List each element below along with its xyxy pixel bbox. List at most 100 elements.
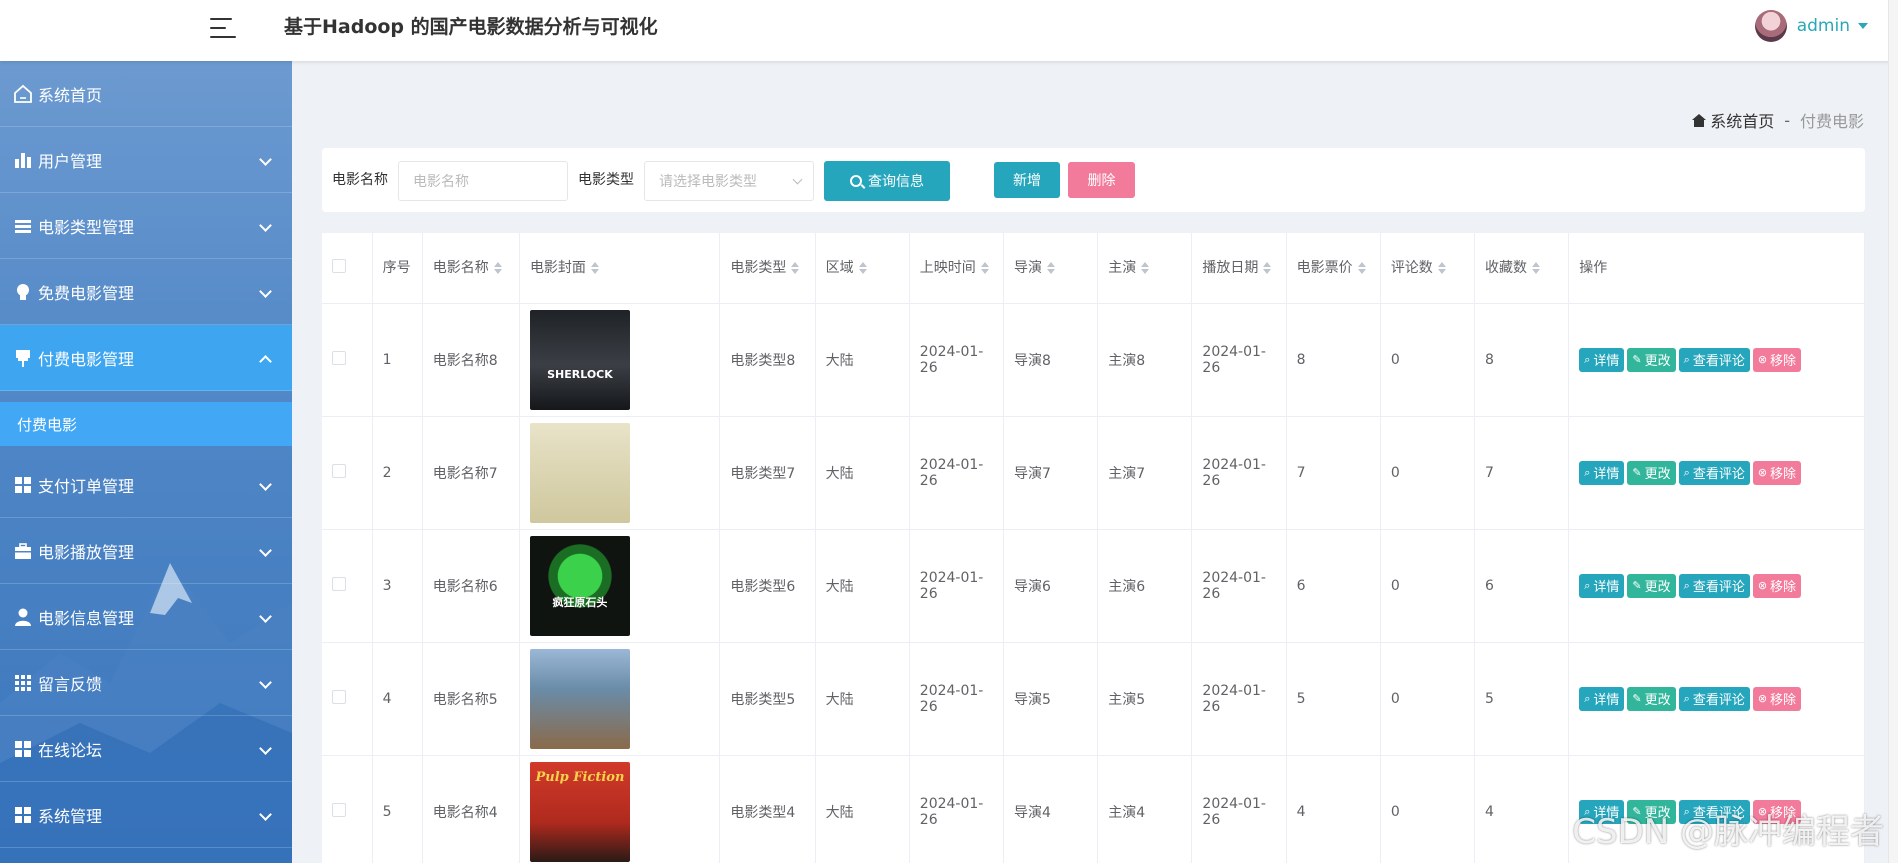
cell-region: 大陆 [815, 642, 910, 756]
movie-poster-image [529, 422, 630, 523]
search-button[interactable]: 查询信息 [824, 161, 950, 201]
sort-icon[interactable] [1532, 261, 1541, 274]
row-checkbox[interactable] [332, 350, 346, 365]
column-header: 序号 [372, 233, 423, 304]
sidebar-item-system-management[interactable]: 系统管理 [0, 782, 292, 848]
edit-button[interactable]: ✎ 更改 [1627, 460, 1676, 485]
sort-icon[interactable] [858, 261, 867, 274]
view-comments-button[interactable]: ⌕ 查看评论 [1678, 460, 1750, 485]
cell-actor: 主演7 [1097, 416, 1193, 530]
list-icon [12, 215, 34, 237]
sidebar-item-free-movie-management[interactable]: 免费电影管理 [0, 259, 292, 325]
sidebar-item-label: 系统首页 [38, 85, 103, 105]
view-comments-button[interactable]: ⌕ 查看评论 [1678, 573, 1750, 598]
sidebar-item-label: 电影类型管理 [38, 217, 135, 237]
row-select-cell [322, 642, 373, 756]
sidebar-item-payment-order-management[interactable]: 支付订单管理 [0, 452, 292, 518]
movie-type-select[interactable]: 请选择电影类型 [644, 161, 814, 201]
remove-button[interactable]: ⊗ 移除 [1752, 347, 1802, 372]
breadcrumb-home[interactable]: 系统首页 [1692, 108, 1774, 132]
cell-director: 导演8 [1003, 303, 1099, 417]
remove-button[interactable]: ⊗ 移除 [1752, 573, 1802, 598]
detail-button[interactable]: ⌕ 详情 [1579, 347, 1625, 372]
column-header[interactable]: 电影名称 [422, 233, 520, 304]
view-comments-button[interactable]: ⌕ 查看评论 [1678, 686, 1750, 711]
movie-poster-image: 疯狂原石头 [529, 535, 630, 636]
sort-icon[interactable] [1357, 261, 1366, 274]
select-all-checkbox[interactable] [332, 258, 346, 273]
remove-button[interactable]: ⊗ 移除 [1752, 460, 1802, 485]
breadcrumb-home-label: 系统首页 [1710, 112, 1775, 131]
edit-button[interactable]: ✎ 更改 [1627, 347, 1676, 372]
row-select-cell [322, 416, 373, 530]
delete-button[interactable]: 删除 [1068, 162, 1135, 198]
view-comments-button[interactable]: ⌕ 查看评论 [1678, 347, 1750, 372]
page-scrollbar[interactable] [1888, 0, 1898, 863]
sidebar-item-movie-info-management[interactable]: 电影信息管理 [0, 584, 292, 650]
sidebar-item-user-management[interactable]: 用户管理 [0, 127, 292, 193]
sidebar-item-label: 用户管理 [38, 151, 103, 171]
sort-icon[interactable] [791, 261, 800, 274]
row-checkbox[interactable] [332, 689, 346, 704]
column-header[interactable]: 评论数 [1380, 233, 1476, 304]
sort-icon[interactable] [1263, 261, 1272, 274]
menu-toggle-icon[interactable] [210, 16, 236, 40]
sidebar-item-home[interactable]: 系统首页 [0, 61, 292, 127]
sidebar-item-movie-playback-management[interactable]: 电影播放管理 [0, 518, 292, 584]
sort-icon[interactable] [1437, 261, 1446, 274]
sidebar-subitem-paid-movie[interactable]: 付费电影 [0, 402, 292, 446]
cell-type: 电影类型6 [719, 529, 816, 643]
search-icon [850, 175, 862, 187]
remove-button[interactable]: ⊗ 移除 [1752, 686, 1802, 711]
cell-price: 4 [1286, 755, 1381, 863]
sidebar-item-feedback[interactable]: 留言反馈 [0, 650, 292, 716]
briefcase-icon [12, 540, 34, 562]
sort-icon[interactable] [1047, 261, 1055, 274]
cell-release: 2024-01-26 [909, 303, 1005, 417]
row-checkbox[interactable] [332, 463, 346, 478]
sidebar-item-movie-type-management[interactable]: 电影类型管理 [0, 193, 292, 259]
column-header[interactable]: 电影类型 [719, 233, 816, 304]
caret-down-icon [1858, 23, 1868, 29]
edit-button[interactable]: ✎ 更改 [1627, 573, 1676, 598]
movie-name-input[interactable]: 电影名称 [398, 161, 568, 201]
sort-icon[interactable] [980, 261, 989, 274]
table-row: 2 电影名称7 电影类型7 大陆 2024-01-26 导演7 主演7 2024… [322, 416, 1865, 530]
chevron-down-icon [259, 219, 272, 232]
sidebar-item-label: 付费电影管理 [38, 349, 135, 369]
sort-icon[interactable] [590, 261, 599, 274]
detail-button[interactable]: ⌕ 详情 [1579, 573, 1625, 598]
cell-favorites: 5 [1474, 642, 1570, 756]
edit-button[interactable]: ✎ 更改 [1627, 686, 1676, 711]
cell-name: 电影名称8 [422, 303, 520, 417]
detail-button[interactable]: ⌕ 详情 [1579, 460, 1625, 485]
table-header-row: 序号 电影名称 电影封面 电影类型 区域 上映时间 导演 主演 播放日期 电影票… [322, 233, 1865, 304]
sort-icon[interactable] [493, 261, 502, 274]
sidebar-item-online-forum[interactable]: 在线论坛 [0, 716, 292, 782]
sidebar-item-label: 电影播放管理 [38, 542, 135, 562]
row-checkbox[interactable] [332, 802, 346, 817]
cell-name: 电影名称6 [422, 529, 520, 643]
sort-icon[interactable] [1141, 261, 1150, 274]
cell-price: 7 [1286, 416, 1381, 530]
add-button[interactable]: 新增 [994, 162, 1060, 198]
sidebar-item-paid-movie-management[interactable]: 付费电影管理 [0, 325, 292, 391]
column-header[interactable]: 区域 [815, 233, 910, 304]
column-header[interactable]: 收藏数 [1474, 233, 1570, 304]
close-circle-icon: ⊗ [1757, 692, 1768, 705]
detail-button[interactable]: ⌕ 详情 [1579, 686, 1625, 711]
grid-icon [12, 474, 34, 496]
row-checkbox[interactable] [332, 576, 346, 591]
avatar [1754, 10, 1787, 42]
user-menu[interactable]: admin [1754, 10, 1868, 42]
chevron-down-icon [259, 808, 272, 821]
column-header[interactable]: 主演 [1097, 233, 1193, 304]
column-header[interactable]: 电影票价 [1286, 233, 1381, 304]
grid-icon [12, 738, 34, 760]
chevron-down-icon [259, 544, 272, 557]
column-header[interactable]: 上映时间 [909, 233, 1005, 304]
column-header[interactable]: 电影封面 [519, 233, 721, 304]
column-header[interactable]: 导演 [1003, 233, 1099, 304]
column-header[interactable]: 播放日期 [1191, 233, 1287, 304]
cell-operations: ⌕ 详情 ✎ 更改 ⌕ 查看评论 ⊗ 移除 [1568, 303, 1865, 417]
